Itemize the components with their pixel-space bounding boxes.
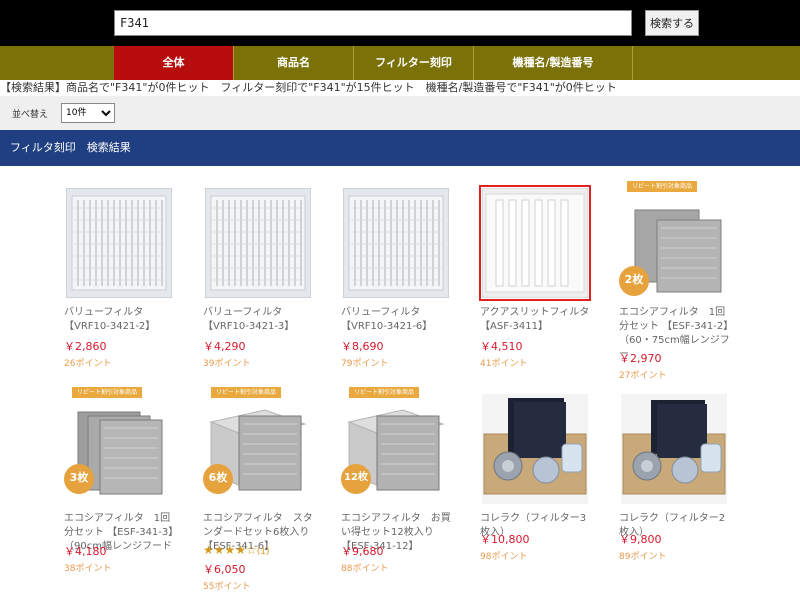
search-result-summary: 【検索結果】商品名で"F341"が0件ヒット フィルター刻印で"F341"が15… [0,81,617,94]
pack-count-badge: 12枚 [341,464,371,494]
correlaku-kit-image[interactable] [621,394,727,504]
repeat-discount-badge: リピート割引対象商品 [72,387,142,398]
product-price: ￥10,800 [480,533,530,546]
pack-count-badge: 6枚 [203,464,233,494]
grille-filter-image[interactable] [66,188,172,298]
sort-bar: 並べ替え 10件 [0,96,800,130]
product-name[interactable]: バリューフィルタ【VRF10-3421-3】 [203,306,317,334]
star-rating[interactable]: ★★★★☆(1) [203,543,270,557]
correlaku-kit-image[interactable] [482,394,588,504]
repeat-discount-badge: リピート割引対象商品 [627,181,697,192]
tab-model-number[interactable]: 機種名/製造番号 [474,46,633,80]
grille-filter-image[interactable] [343,188,449,298]
pack-count-badge: 2枚 [619,266,649,296]
product-points: 26ポイント [64,359,112,369]
product-price: ￥4,290 [203,340,246,353]
product-name[interactable]: バリューフィルタ【VRF10-3421-6】 [341,306,455,334]
product-points: 41ポイント [480,359,528,369]
product-points: 38ポイント [64,564,112,574]
search-button[interactable]: 検索する [645,10,699,36]
pack-count-badge: 3枚 [64,464,94,494]
product-price: ￥8,690 [341,340,384,353]
per-page-select[interactable]: 10件 [61,103,115,123]
search-scope-tabs: 全体 商品名 フィルター刻印 機種名/製造番号 [0,46,800,80]
product-points: 89ポイント [619,552,667,562]
slit-filter-image[interactable] [479,185,591,301]
product-points: 88ポイント [341,564,389,574]
tab-all[interactable]: 全体 [114,46,234,80]
search-input[interactable] [114,10,632,36]
header-bar: 検索する [0,0,800,46]
product-price: ￥2,970 [619,352,662,365]
product-points: 27ポイント [619,371,667,381]
product-points: 79ポイント [341,359,389,369]
product-points: 39ポイント [203,359,251,369]
product-points: 98ポイント [480,552,528,562]
repeat-discount-badge: リピート割引対象商品 [211,387,281,398]
tab-filter-stamp[interactable]: フィルター刻印 [354,46,474,80]
repeat-discount-badge: リピート割引対象商品 [349,387,419,398]
product-price: ￥4,180 [64,545,107,558]
tab-product-name[interactable]: 商品名 [234,46,354,80]
product-price: ￥2,860 [64,340,107,353]
product-price: ￥4,510 [480,340,523,353]
product-price: ￥9,680 [341,545,384,558]
sort-label: 並べ替え [12,110,49,120]
grille-filter-image[interactable] [205,188,311,298]
review-count[interactable]: (1) [257,547,270,557]
section-title: フィルタ刻印 検索結果 [0,130,800,166]
product-price: ￥6,050 [203,563,246,576]
star-rating-stars: ★★★★☆ [203,543,257,557]
product-name[interactable]: バリューフィルタ【VRF10-3421-2】 [64,306,178,334]
product-points: 55ポイント [203,582,251,592]
product-price: ￥9,800 [619,533,662,546]
product-name[interactable]: アクアスリットフィルタ【ASF-3411】 [480,306,594,334]
